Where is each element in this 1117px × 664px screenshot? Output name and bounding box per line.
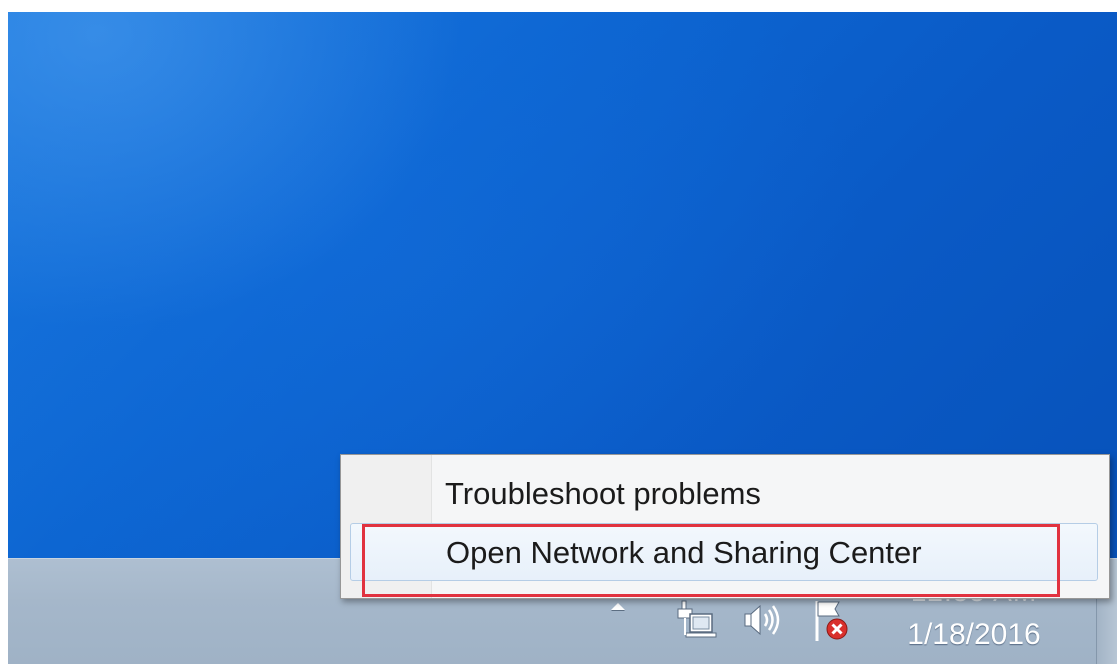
volume-icon (744, 604, 780, 636)
menu-item-label: Open Network and Sharing Center (446, 535, 922, 570)
clock-date: 1/18/2016 (907, 618, 1041, 651)
menu-item-open-network-and-sharing-center[interactable]: Open Network and Sharing Center (350, 523, 1098, 581)
screenshot-stage: 12:55 AM 1/18/2016 Troubleshoot problems… (0, 0, 1117, 664)
action-center-tray-button[interactable] (811, 597, 855, 645)
menu-item-label: Troubleshoot problems (445, 476, 761, 511)
network-context-menu: Troubleshoot problems Open Network and S… (340, 454, 1110, 599)
chevron-up-icon (611, 603, 625, 610)
volume-tray-button[interactable] (741, 601, 787, 641)
menu-item-troubleshoot-problems[interactable]: Troubleshoot problems (350, 465, 1098, 523)
action-center-flag-icon (815, 601, 848, 641)
network-icon (677, 600, 717, 638)
network-tray-button[interactable] (676, 599, 722, 643)
show-hidden-icons-button[interactable] (611, 603, 637, 633)
